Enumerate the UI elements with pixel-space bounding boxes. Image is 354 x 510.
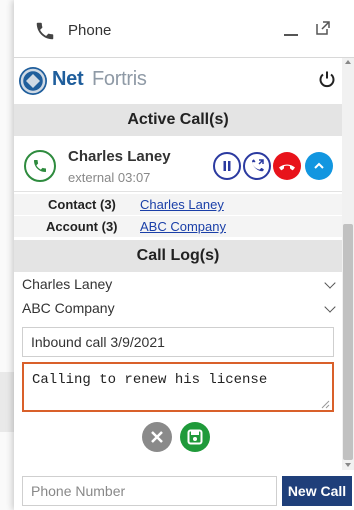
window-titlebar: Phone xyxy=(14,0,354,58)
related-contact-key: Contact (3) xyxy=(48,197,116,212)
chevron-up-icon xyxy=(314,162,324,169)
close-icon xyxy=(151,431,163,443)
call-notes-textarea[interactable]: Calling to renew his license xyxy=(22,362,334,412)
phone-icon xyxy=(36,22,54,40)
power-icon[interactable] xyxy=(318,70,336,88)
new-call-button[interactable]: New Call xyxy=(282,476,352,506)
window-title: Phone xyxy=(68,22,112,39)
hold-icon xyxy=(223,161,231,171)
active-calls-header: Active Call(s) xyxy=(14,104,342,136)
related-account-key: Account (3) xyxy=(46,219,118,234)
phone-number-input[interactable] xyxy=(22,476,277,506)
call-status-icon xyxy=(24,150,56,182)
account-select-value: ABC Company xyxy=(22,300,115,316)
related-account-link[interactable]: ABC Company xyxy=(140,219,226,234)
call-log-header: Call Log(s) xyxy=(14,240,342,272)
logo-text-net: Net xyxy=(52,68,84,90)
call-duration: 03:07 xyxy=(117,170,151,185)
popout-icon[interactable] xyxy=(315,20,331,36)
hangup-button[interactable] xyxy=(273,152,301,180)
netfortris-logo-icon xyxy=(19,67,47,95)
related-account-row: Account (3) ABC Company xyxy=(14,216,342,237)
save-icon xyxy=(187,429,203,445)
caller-name: Charles Laney xyxy=(68,148,171,165)
chevron-down-icon xyxy=(324,301,336,313)
logo-text-fortris: Fortris xyxy=(92,68,147,90)
contact-select[interactable]: Charles Laney xyxy=(22,276,338,296)
account-select[interactable]: ABC Company xyxy=(22,300,338,320)
scrollbar-thumb[interactable] xyxy=(343,224,353,460)
related-contact-link[interactable]: Charles Laney xyxy=(140,197,224,212)
hangup-icon xyxy=(279,164,295,171)
call-meta: external 03:07 xyxy=(68,170,150,185)
transfer-icon xyxy=(252,159,264,172)
resize-grip-icon[interactable] xyxy=(321,400,330,409)
brand-bar: Net Fortris xyxy=(14,58,342,100)
phone-panel: Phone Net Fortris Active Call(s) Charles… xyxy=(14,0,354,510)
hold-button[interactable] xyxy=(213,152,241,180)
footer-bar: New Call xyxy=(14,470,354,510)
scroll-down-icon[interactable] xyxy=(345,463,351,467)
cancel-log-button[interactable] xyxy=(142,422,172,452)
call-type: external xyxy=(68,170,115,185)
call-subject-input[interactable] xyxy=(22,327,334,357)
minimize-icon[interactable] xyxy=(284,18,298,36)
related-contact-row: Contact (3) Charles Laney xyxy=(14,194,342,215)
transfer-button[interactable] xyxy=(243,152,271,180)
contact-select-value: Charles Laney xyxy=(22,276,113,292)
scroll-up-icon[interactable] xyxy=(345,60,351,64)
expand-call-button[interactable] xyxy=(305,152,333,180)
chevron-down-icon xyxy=(324,277,336,289)
save-log-button[interactable] xyxy=(180,422,210,452)
active-call-card: Charles Laney external 03:07 xyxy=(14,144,342,192)
